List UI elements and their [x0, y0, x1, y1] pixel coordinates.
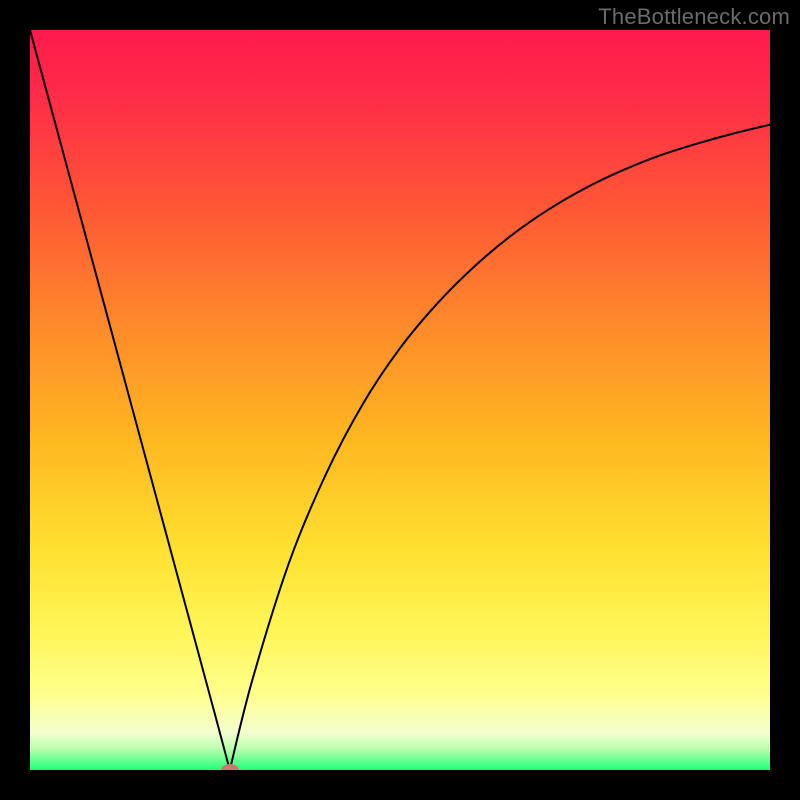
watermark-text: TheBottleneck.com: [598, 4, 790, 30]
plot-area: [30, 30, 770, 770]
optimal-point-marker: [221, 764, 239, 770]
bottleneck-curve: [30, 30, 770, 770]
chart-frame: TheBottleneck.com: [0, 0, 800, 800]
